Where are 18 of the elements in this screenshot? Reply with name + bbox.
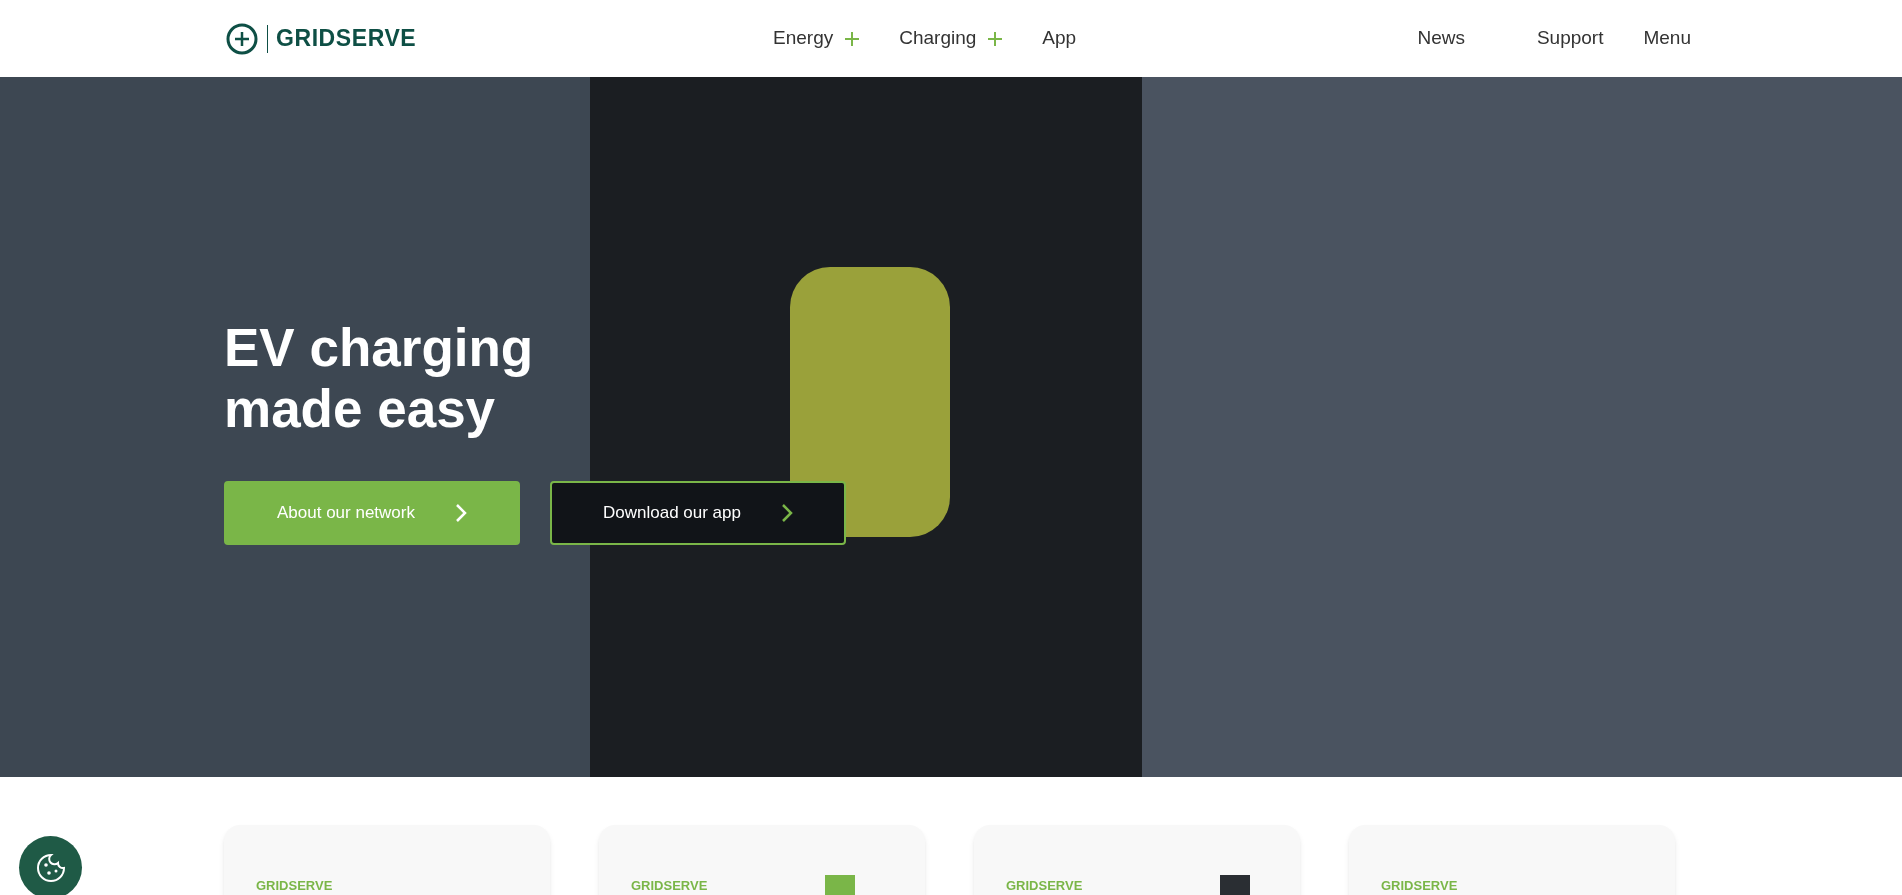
logo-icon[interactable]	[225, 21, 259, 56]
chevron-right-icon	[781, 503, 793, 523]
cookie-settings-button[interactable]	[19, 836, 82, 895]
nav-link[interactable]: Support	[1536, 24, 1604, 53]
nav-link[interactable]: News	[1417, 24, 1465, 53]
card-brand: GRIDSERVE	[256, 878, 333, 893]
chevron-right-icon	[455, 503, 467, 523]
nav-link[interactable]: App	[1042, 24, 1077, 53]
card-brand: GRIDSERVE	[1381, 878, 1458, 893]
card-brand: GRIDSERVE	[1006, 878, 1083, 893]
logo-text[interactable]: GRIDSERVE	[276, 21, 417, 56]
hero-heading: EV charging made easy	[224, 317, 535, 439]
card-brand: GRIDSERVE	[631, 878, 708, 893]
cookie-icon	[34, 851, 67, 884]
nav-link[interactable]: Energy	[773, 24, 860, 53]
nav-link[interactable]: Charging	[899, 24, 1003, 53]
hero-button[interactable]: Download our app	[550, 481, 846, 545]
nav-link[interactable]: Menu	[1643, 24, 1691, 53]
